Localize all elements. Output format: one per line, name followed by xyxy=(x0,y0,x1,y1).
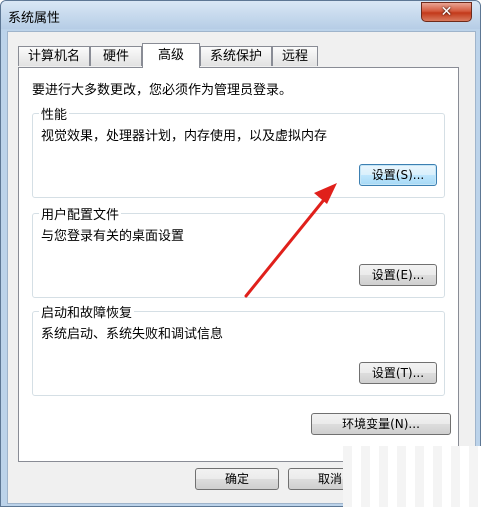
system-properties-window: 系统属性 ✕ 计算机名 硬件 高级 系统保护 远程 要进行大多数更改，您必须作为… xyxy=(0,0,481,507)
user-profiles-settings-button[interactable]: 设置(E)... xyxy=(359,264,437,286)
startup-recovery-settings-button[interactable]: 设置(T)... xyxy=(359,362,437,384)
performance-group: 性能 视觉效果，处理器计划，内存使用，以及虚拟内存 设置(S)... xyxy=(32,104,445,198)
environment-variables-button[interactable]: 环境变量(N)... xyxy=(311,413,451,435)
startup-recovery-group-title: 启动和故障恢复 xyxy=(39,302,135,321)
performance-description: 视觉效果，处理器计划，内存使用，以及虚拟内存 xyxy=(41,129,328,144)
tab-advanced[interactable]: 高级 xyxy=(142,43,200,68)
tab-computer-name[interactable]: 计算机名 xyxy=(18,46,90,66)
tab-hardware[interactable]: 硬件 xyxy=(90,46,142,66)
dialog-body: 计算机名 硬件 高级 系统保护 远程 要进行大多数更改，您必须作为管理员登录。 … xyxy=(7,31,476,504)
startup-recovery-description: 系统启动、系统失败和调试信息 xyxy=(41,327,224,342)
performance-group-title: 性能 xyxy=(39,104,70,123)
admin-notice: 要进行大多数更改，您必须作为管理员登录。 xyxy=(32,83,293,98)
advanced-tab-panel: 要进行大多数更改，您必须作为管理员登录。 性能 视觉效果，处理器计划，内存使用，… xyxy=(18,67,459,462)
startup-recovery-group: 启动和故障恢复 系统启动、系统失败和调试信息 设置(T)... xyxy=(32,302,445,396)
ok-button[interactable]: 确定 xyxy=(195,468,279,490)
tab-system-protection[interactable]: 系统保护 xyxy=(200,46,272,66)
tab-remote[interactable]: 远程 xyxy=(272,46,318,66)
blurred-corner xyxy=(343,446,481,507)
performance-settings-button[interactable]: 设置(S)... xyxy=(359,164,437,186)
user-profiles-description: 与您登录有关的桌面设置 xyxy=(41,229,185,244)
title-bar[interactable]: 系统属性 ✕ xyxy=(1,1,480,29)
user-profiles-group-title: 用户配置文件 xyxy=(39,204,122,223)
close-icon: ✕ xyxy=(440,4,453,20)
user-profiles-group: 用户配置文件 与您登录有关的桌面设置 设置(E)... xyxy=(32,204,445,298)
window-title: 系统属性 xyxy=(8,11,61,26)
close-button[interactable]: ✕ xyxy=(421,2,472,22)
